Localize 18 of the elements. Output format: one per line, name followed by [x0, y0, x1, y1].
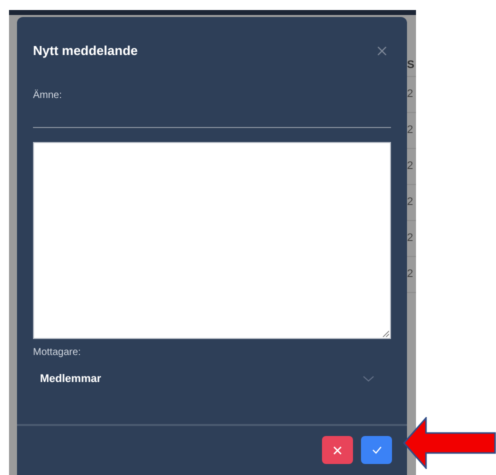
cancel-button[interactable] — [322, 436, 353, 464]
table-cell-text: 2 — [407, 195, 414, 210]
subject-label: Ämne: — [33, 88, 63, 103]
recipient-select[interactable]: Medlemmar — [33, 367, 391, 391]
table-cell-text: 2 — [407, 87, 414, 102]
dialog-title: Nytt meddelande — [33, 42, 138, 60]
table-cell-text: 2 — [407, 267, 414, 282]
chevron-down-icon — [363, 376, 374, 382]
table-cell-text: 2 — [407, 123, 414, 138]
table-cell-text: 2 — [407, 159, 414, 174]
checkmark-icon — [372, 446, 382, 454]
table-cell-text: 2 — [407, 231, 414, 246]
close-icon — [333, 446, 342, 454]
column-header: S — [407, 58, 414, 74]
resize-handle-icon[interactable] — [382, 330, 389, 337]
close-icon[interactable] — [377, 46, 387, 56]
recipient-label: Mottagare: — [33, 346, 82, 360]
message-field[interactable] — [33, 142, 391, 339]
